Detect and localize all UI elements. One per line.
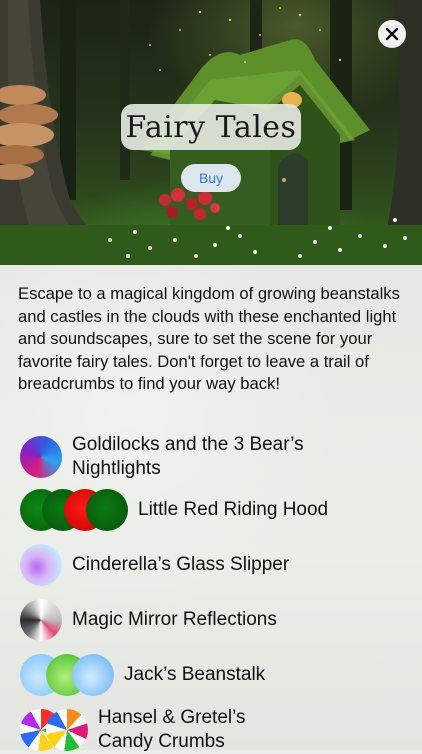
list-item-cinderella[interactable]: Cinderella’s Glass Slipper xyxy=(20,544,289,586)
content-panel: Escape to a magical kingdom of growing b… xyxy=(0,265,422,752)
orb-green xyxy=(86,489,128,531)
hero-banner: Fairy Tales Buy xyxy=(0,0,422,265)
glass-slipper-orb-icon xyxy=(20,544,62,586)
item-icons xyxy=(20,436,62,478)
close-icon xyxy=(385,27,399,41)
list-item-magic-mirror[interactable]: Magic Mirror Reflections xyxy=(20,599,277,641)
close-button[interactable] xyxy=(378,20,406,48)
buy-button[interactable]: Buy xyxy=(181,164,241,192)
goldilocks-color-orb-icon xyxy=(20,436,62,478)
list-item-hansel-gretel[interactable]: Hansel & Gretel’s Candy Crumbs xyxy=(20,706,298,754)
item-label: Little Red Riding Hood xyxy=(138,499,329,520)
item-icons xyxy=(20,599,62,641)
item-icons xyxy=(20,544,62,586)
item-icons xyxy=(20,489,128,531)
list-item-goldilocks[interactable]: Goldilocks and the 3 Bear’s Nightlights xyxy=(20,433,332,481)
item-icons xyxy=(20,654,114,696)
item-label: Jack’s Beanstalk xyxy=(124,664,266,685)
list-item-red-riding-hood[interactable]: Little Red Riding Hood xyxy=(20,489,328,531)
orb-sky xyxy=(72,654,114,696)
item-label: Magic Mirror Reflections xyxy=(72,609,277,630)
item-icons xyxy=(20,709,88,751)
magic-mirror-orb-icon xyxy=(20,599,62,641)
item-label: Goldilocks and the 3 Bear’s Nightlights xyxy=(72,434,304,479)
item-label: Hansel & Gretel’s Candy Crumbs xyxy=(98,707,246,752)
list-item-jacks-beanstalk[interactable]: Jack’s Beanstalk xyxy=(20,654,265,696)
description-text: Escape to a magical kingdom of growing b… xyxy=(18,284,400,393)
item-label: Cinderella’s Glass Slipper xyxy=(72,554,290,575)
orb-candy xyxy=(46,709,88,751)
page-title: Fairy Tales xyxy=(121,104,301,150)
